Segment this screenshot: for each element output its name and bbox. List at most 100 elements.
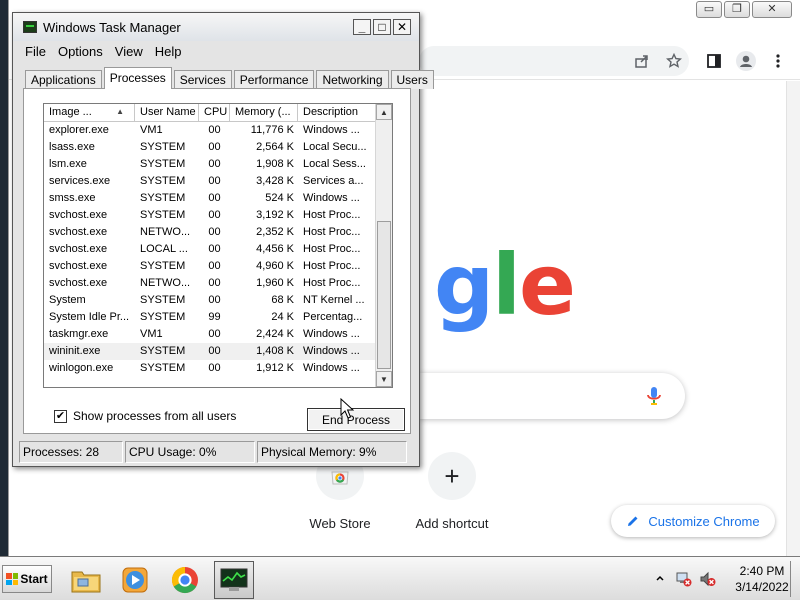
process-cpu: 00 [208,328,221,340]
kebab-menu-icon[interactable] [767,50,789,72]
column-header-memory[interactable]: Memory (... [230,104,298,122]
show-desktop-button[interactable] [790,561,796,597]
process-cpu: 00 [208,277,221,289]
column-header-cpu[interactable]: CPU [199,104,230,122]
customize-label: Customize Chrome [648,513,760,529]
table-row[interactable]: svchost.exe NETWO... 00 2,352 K Host Proc... [44,224,377,241]
process-image-name: winlogon.exe [49,362,114,374]
chrome-maximize-button[interactable]: ❐ [724,1,750,18]
process-image-name: svchost.exe [49,209,108,221]
scroll-down-button[interactable]: ▼ [376,371,392,387]
table-row[interactable]: svchost.exe SYSTEM 00 3,192 K Host Proc... [44,207,377,224]
media-player-icon[interactable] [115,561,155,599]
table-row[interactable]: svchost.exe NETWO... 00 1,960 K Host Proc... [44,275,377,292]
chrome-scrollbar[interactable] [786,81,800,556]
table-row[interactable]: lsm.exe SYSTEM 00 1,908 K Local Sess... [44,156,377,173]
table-row[interactable]: smss.exe SYSTEM 00 524 K Windows ... [44,190,377,207]
tab-users[interactable]: Users [390,70,434,89]
system-tray: 2:40 PM 3/14/2022 [648,561,796,597]
mouse-cursor-icon [340,398,354,419]
menu-options[interactable]: Options [52,41,109,63]
volume-muted-icon[interactable] [700,571,716,587]
chrome-close-button[interactable]: ✕ [752,1,792,18]
tab-processes[interactable]: Processes [103,67,172,89]
task-manager-icon[interactable] [214,561,254,599]
process-memory: 1,908 K [256,158,294,170]
profile-icon[interactable] [735,50,757,72]
chrome-minimize-button[interactable]: ▭ [696,1,722,18]
process-user-name: SYSTEM [140,294,186,306]
process-memory: 2,352 K [256,226,294,238]
logo-letter-l: l [492,236,521,334]
table-row[interactable]: explorer.exe VM1 00 11,776 K Windows ... [44,122,377,139]
sort-ascending-icon: ▲ [116,107,124,116]
process-user-name: NETWO... [140,226,191,238]
process-user-name: LOCAL ... [140,243,188,255]
logo-letter-e: e [518,236,576,334]
process-cpu: 00 [208,226,221,238]
process-description: Host Proc... [303,226,361,238]
chrome-icon[interactable] [165,561,205,599]
tab-services[interactable]: Services [173,70,232,89]
google-search-box[interactable] [419,373,685,419]
process-memory: 68 K [271,294,294,306]
tab-networking[interactable]: Networking [316,70,389,89]
process-list[interactable]: Image ... ▲ User Name CPU Memory (... De… [43,103,393,388]
tab-performance[interactable]: Performance [233,70,315,89]
process-memory: 1,408 K [256,345,294,357]
start-button[interactable]: Start [2,565,52,593]
process-user-name: SYSTEM [140,345,186,357]
menu-help[interactable]: Help [149,41,188,63]
google-logo: gle [434,243,576,327]
process-memory: 4,456 K [256,243,294,255]
status-physical-memory: Physical Memory: 9% [257,441,407,463]
share-icon[interactable] [631,50,653,72]
column-header-image[interactable]: Image ... ▲ [44,104,135,122]
process-description: Host Proc... [303,277,361,289]
show-hidden-icons[interactable] [652,571,668,587]
status-processes: Processes: 28 [19,441,123,463]
menu-file[interactable]: File [19,41,52,63]
network-error-icon[interactable] [676,571,692,587]
task-manager-titlebar[interactable]: Windows Task Manager _ □ ✕ [13,13,419,41]
process-memory: 3,192 K [256,209,294,221]
process-list-scrollbar[interactable]: ▲ ▼ [375,104,392,387]
process-description: Local Secu... [303,141,367,153]
microphone-icon[interactable] [643,385,665,407]
table-row[interactable]: System Idle Pr... SYSTEM 99 24 K Percentag..… [44,309,377,326]
process-memory: 11,776 K [250,124,294,136]
end-process-button[interactable]: End Process [307,408,405,431]
process-cpu: 00 [208,243,221,255]
process-cpu: 00 [208,158,221,170]
table-row[interactable]: taskmgr.exe VM1 00 2,424 K Windows ... [44,326,377,343]
table-row[interactable]: System SYSTEM 00 68 K NT Kernel ... [44,292,377,309]
menu-view[interactable]: View [109,41,149,63]
tm-minimize-button[interactable]: _ [353,19,371,35]
tab-applications[interactable]: Applications [25,70,102,89]
table-row[interactable]: svchost.exe LOCAL ... 00 4,456 K Host Proc..… [44,241,377,258]
tm-maximize-button[interactable]: □ [373,19,391,35]
customize-chrome-button[interactable]: Customize Chrome [611,505,775,537]
column-header-description[interactable]: Description [298,104,377,122]
explorer-icon[interactable] [66,561,106,599]
tm-close-button[interactable]: ✕ [393,19,411,35]
table-row[interactable]: wininit.exe SYSTEM 00 1,408 K Windows ... [44,343,377,360]
menu-bar: File Options View Help [19,41,187,63]
star-icon[interactable] [663,50,685,72]
process-memory: 2,564 K [256,141,294,153]
column-header-user[interactable]: User Name [135,104,199,122]
scrollbar-thumb[interactable] [377,221,391,369]
process-user-name: SYSTEM [140,141,186,153]
clock-date: 3/14/2022 [735,580,789,594]
show-all-users-option[interactable]: ✔ Show processes from all users [54,409,236,423]
scroll-up-button[interactable]: ▲ [376,104,392,120]
show-all-users-checkbox[interactable]: ✔ [54,409,67,423]
table-row[interactable]: winlogon.exe SYSTEM 00 1,912 K Windows ... [44,360,377,377]
process-user-name: VM1 [140,124,163,136]
process-cpu: 00 [208,141,221,153]
table-row[interactable]: svchost.exe SYSTEM 00 4,960 K Host Proc... [44,258,377,275]
table-row[interactable]: lsass.exe SYSTEM 00 2,564 K Local Secu... [44,139,377,156]
table-row[interactable]: services.exe SYSTEM 00 3,428 K Services a... [44,173,377,190]
sidepanel-icon[interactable] [703,50,725,72]
taskbar-clock[interactable]: 2:40 PM 3/14/2022 [728,563,796,595]
